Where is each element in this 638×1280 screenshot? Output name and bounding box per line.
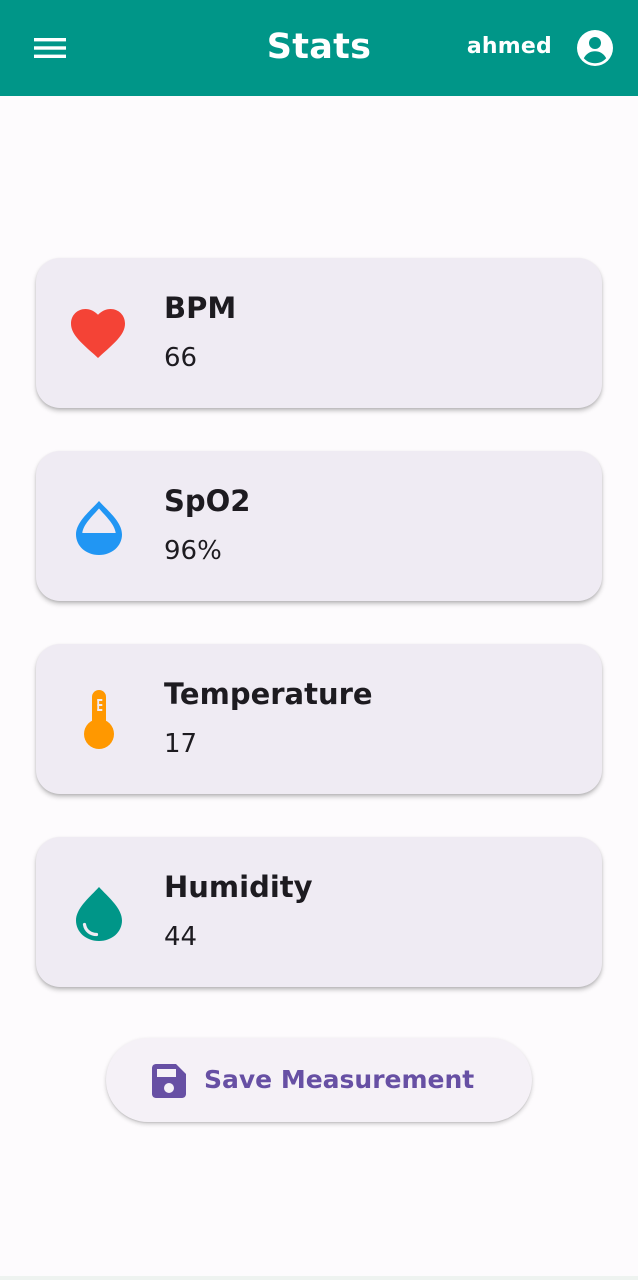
stat-label: SpO2 [164, 484, 251, 518]
save-icon [152, 1064, 186, 1098]
stat-value: 96% [164, 536, 222, 566]
save-measurement-button[interactable]: Save Measurement [106, 1038, 532, 1122]
stat-card-spo2: SpO2 96% [36, 451, 602, 601]
thermometer-icon [68, 689, 128, 749]
stat-value: 44 [164, 922, 198, 952]
water-drop-half-icon [68, 496, 128, 556]
heart-icon [68, 303, 128, 363]
stat-card-temperature: Temperature 17 [36, 644, 602, 794]
account-circle-icon [577, 30, 613, 66]
account-button[interactable] [574, 28, 616, 68]
stat-card-bpm: BPM 66 [36, 258, 602, 408]
stat-label: Temperature [164, 677, 373, 711]
stat-label: Humidity [164, 870, 313, 904]
stat-label: BPM [164, 291, 237, 325]
stat-value: 17 [164, 729, 198, 759]
stat-value: 66 [164, 343, 198, 373]
bottom-divider [0, 1276, 638, 1280]
water-drop-icon [68, 882, 128, 942]
username-label: ahmed [466, 34, 552, 59]
save-button-label: Save Measurement [204, 1065, 475, 1094]
app-bar: Stats ahmed [0, 0, 638, 96]
stat-card-humidity: Humidity 44 [36, 837, 602, 987]
